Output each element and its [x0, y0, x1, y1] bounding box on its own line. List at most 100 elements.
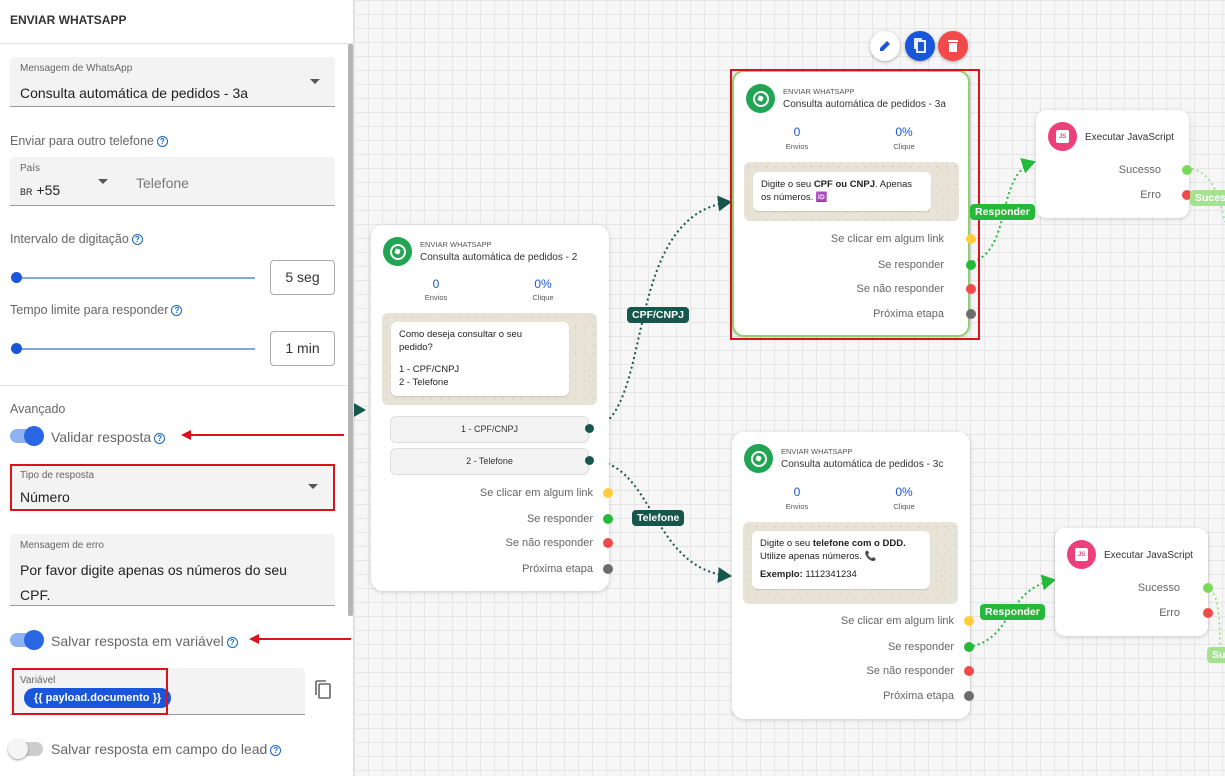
node-consulta-3c[interactable]: ENVIAR WHATSAPP Consulta automática de p…	[732, 432, 974, 719]
node-consulta-2[interactable]: ENVIAR WHATSAPP Consulta automática de p…	[371, 225, 613, 591]
node-title: Consulta automática de pedidos - 3c	[781, 459, 944, 470]
output-responded: Se responder	[526, 513, 593, 525]
output-handle-link[interactable]	[603, 488, 613, 498]
output-handle-not-responded[interactable]	[603, 538, 613, 548]
node-execute-js-2[interactable]: JS Executar JavaScript Sucesso Erro	[1055, 528, 1213, 636]
pencil-icon	[880, 41, 890, 51]
flow-canvas[interactable]: ENVIAR WHATSAPP Consulta automática de p…	[354, 0, 1225, 776]
save-lead-toggle[interactable]	[8, 739, 43, 759]
message-select-label: Mensagem de WhatsApp	[20, 63, 133, 74]
output-handle[interactable]	[585, 424, 594, 433]
js-file-icon: JS	[1048, 122, 1077, 151]
help-icon[interactable]: ?	[226, 637, 238, 648]
panel-scrollbar[interactable]	[348, 44, 353, 616]
sends-label: Envios	[424, 293, 448, 302]
highlight-box	[730, 69, 980, 340]
output-handle-responded[interactable]	[964, 642, 974, 652]
node-type: ENVIAR WHATSAPP	[781, 447, 853, 456]
time-limit-slider[interactable]	[16, 348, 255, 350]
country-label: País	[20, 163, 41, 174]
click-label: Clique	[893, 502, 915, 511]
node-title: Executar JavaScript	[1104, 550, 1193, 561]
message-select[interactable]: Mensagem de WhatsApp Consulta automática…	[10, 57, 335, 107]
node-type: ENVIAR WHATSAPP	[420, 240, 492, 249]
output-handle-not-responded[interactable]	[964, 666, 974, 676]
trash-icon	[948, 40, 958, 52]
delete-button[interactable]	[938, 31, 968, 61]
message-bubble: Digite o seu telefone com o DDD. Utilize…	[752, 531, 930, 589]
country-select[interactable]: BR +55	[20, 182, 60, 198]
typing-interval-label: Intervalo de digitação?	[10, 232, 143, 246]
edge-sucesso-2	[1205, 586, 1221, 651]
output-next-step: Próxima etapa	[883, 690, 954, 702]
output-handle-next[interactable]	[964, 691, 974, 701]
annotation-arrow-head	[249, 634, 259, 644]
settings-panel: ENVIAR WHATSAPP Mensagem de WhatsApp Con…	[0, 0, 354, 776]
advanced-label: Avançado	[10, 402, 66, 416]
message-preview: Como deseja consultar o seu pedido? 1 - …	[382, 313, 597, 405]
error-message-label: Mensagem de erro	[20, 540, 104, 551]
node-execute-js-1[interactable]: JS Executar JavaScript Sucesso Erro	[1036, 110, 1192, 218]
annotation-arrow	[191, 434, 344, 436]
phone-input[interactable]: Telefone	[136, 175, 189, 191]
time-limit-label: Tempo limite para responder?	[10, 303, 183, 317]
slider-thumb[interactable]	[11, 343, 22, 354]
option-button-cpf[interactable]: 1 - CPF/CNPJ	[390, 416, 589, 443]
error-message-field[interactable]: Mensagem de erro Por favor digite apenas…	[10, 534, 335, 606]
save-lead-label: Salvar resposta em campo do lead?	[51, 741, 282, 757]
time-limit-input[interactable]: 1 min	[270, 331, 335, 366]
help-icon[interactable]: ?	[171, 305, 183, 316]
other-phone-label: Enviar para outro telefone?	[10, 134, 168, 148]
click-rate: 0%	[534, 277, 552, 291]
edge-label-telefone[interactable]: Telefone	[632, 510, 685, 526]
click-label: Clique	[532, 293, 554, 302]
option-button-telefone[interactable]: 2 - Telefone	[390, 448, 589, 475]
help-icon[interactable]: ?	[270, 745, 282, 756]
slider-thumb[interactable]	[11, 272, 22, 283]
save-variable-toggle[interactable]	[10, 630, 44, 650]
edge-label-sucesso-1[interactable]: Sucesso	[1190, 190, 1225, 206]
output-handle-next[interactable]	[603, 564, 613, 574]
help-icon[interactable]: ?	[154, 433, 166, 444]
output-handle-link[interactable]	[964, 616, 974, 626]
message-select-value: Consulta automática de pedidos - 3a	[20, 85, 249, 101]
error-message-value: Por favor digite apenas os números do se…	[20, 562, 287, 603]
help-icon[interactable]: ?	[156, 136, 168, 147]
sends-count: 0	[793, 485, 801, 499]
message-bubble: Como deseja consultar o seu pedido? 1 - …	[391, 322, 569, 396]
copy-icon	[914, 38, 926, 53]
output-not-responded: Se não responder	[505, 537, 593, 549]
edge-label-sucesso-2[interactable]: Sucesso	[1207, 647, 1225, 663]
output-handle-error[interactable]	[1203, 608, 1213, 618]
duplicate-button[interactable]	[905, 31, 935, 61]
output-error: Erro	[1140, 189, 1161, 201]
sends-label: Envios	[785, 502, 809, 511]
edge-label-cpf[interactable]: CPF/CNPJ	[627, 307, 689, 323]
divider	[0, 385, 348, 386]
chevron-down-icon	[98, 179, 108, 184]
copy-icon[interactable]	[313, 679, 333, 701]
highlight-box	[10, 464, 335, 511]
output-error: Erro	[1159, 607, 1180, 619]
annotation-arrow-head	[181, 430, 191, 440]
edit-button[interactable]	[870, 31, 900, 61]
typing-interval-slider[interactable]	[16, 277, 255, 279]
save-variable-label: Salvar resposta em variável?	[51, 633, 238, 649]
validate-label: Validar resposta?	[51, 429, 166, 445]
whatsapp-icon	[383, 237, 412, 266]
whatsapp-icon	[744, 444, 773, 473]
edge-label-responder-1[interactable]: Responder	[970, 204, 1035, 220]
chevron-down-icon	[310, 79, 320, 84]
phone-field[interactable]: País BR +55 Telefone	[10, 157, 335, 206]
edge-label-responder-2[interactable]: Responder	[980, 604, 1045, 620]
output-handle-success[interactable]	[1203, 583, 1213, 593]
validate-toggle[interactable]	[10, 426, 44, 446]
output-next-step: Próxima etapa	[522, 563, 593, 575]
output-handle[interactable]	[585, 456, 594, 465]
output-handle-responded[interactable]	[603, 514, 613, 524]
click-rate: 0%	[895, 485, 913, 499]
typing-interval-input[interactable]: 5 seg	[270, 260, 335, 295]
annotation-arrow	[259, 638, 351, 640]
help-icon[interactable]: ?	[131, 234, 143, 245]
output-handle-success[interactable]	[1182, 165, 1192, 175]
